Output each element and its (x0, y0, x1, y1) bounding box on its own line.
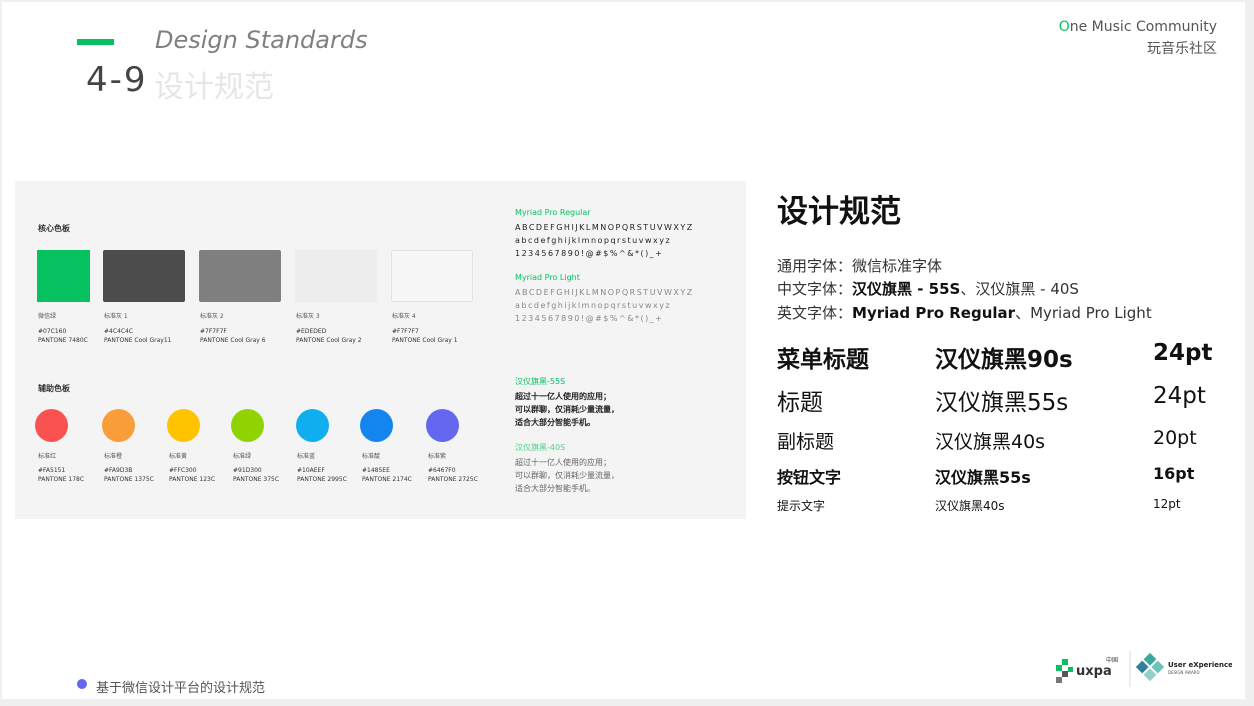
accent-bar (77, 39, 114, 45)
font-regular-digits: 1234567890!@#$%^&*()_+ (515, 249, 664, 258)
aux-name-4: 标准蓝 (297, 453, 316, 460)
aux-circle-4 (296, 409, 329, 442)
core-palette-title: 核心色板 (38, 224, 70, 233)
brand-en: One Music Community (1058, 19, 1217, 35)
slide: Design Standards 4-9 设计规范 One Music Comm… (2, 2, 1245, 699)
font-regular-name: Myriad Pro Regular (515, 208, 591, 217)
aux-circle-5 (360, 409, 393, 442)
award-logos: uxpa 中国 User eXperience DESIGN AWARD (1052, 645, 1233, 689)
hy-bold-name: 汉仪旗黑-55S (515, 377, 566, 386)
core-swatch-3 (295, 250, 377, 302)
aux-code-0: #FA5151 PANTONE 178C (38, 467, 85, 483)
core-name-3: 标准灰 3 (296, 313, 320, 320)
svg-text:中国: 中国 (1106, 656, 1118, 664)
font-regular-upper: ABCDEFGHIJKLMNOPQRSTUVWXYZ (515, 223, 694, 232)
section-number: 4-9 (86, 60, 148, 100)
title-en: Design Standards (155, 26, 368, 54)
hy-light-name: 汉仪旗黑-40S (515, 443, 566, 452)
aux-code-4: #10AEEF PANTONE 2995C (297, 467, 347, 483)
aux-circle-3 (231, 409, 264, 442)
hy-bold-block: 汉仪旗黑-55S 超过十一亿人使用的应用； 可以群聊，仅消耗少量流量， 适合大部… (515, 376, 619, 429)
aux-name-6: 标准紫 (428, 453, 447, 460)
aux-code-6: #6467F0 PANTONE 2725C (428, 467, 478, 483)
hy-light-line-0: 超过十一亿人使用的应用； (515, 458, 611, 467)
core-name-1: 标准灰 1 (104, 313, 128, 320)
uxpa-logo: uxpa 中国 User eXperience DESIGN AWARD (1056, 651, 1233, 687)
hy-bold-line-2: 适合大部分智能手机。 (515, 418, 595, 427)
brand-cn: 玩音乐社区 (1147, 41, 1217, 57)
brand: One Music Community 玩音乐社区 (1059, 19, 1217, 58)
spec-general: 通用字体：微信标准字体 (777, 257, 943, 275)
font-light-digits: 1234567890!@#$%^&*()_+ (515, 314, 664, 323)
typo-row-title: 标题 汉仪旗黑55s 24pt (777, 383, 1206, 416)
font-light-upper: ABCDEFGHIJKLMNOPQRSTUVWXYZ (515, 288, 694, 297)
aux-name-2: 标准黄 (169, 453, 188, 460)
aux-code-1: #FA9D3B PANTONE 1375C (104, 467, 154, 483)
hy-light-line-2: 适合大部分智能手机。 (515, 484, 595, 493)
font-regular-block: Myriad Pro Regular ABCDEFGHIJKLMNOPQRSTU… (515, 208, 694, 260)
hy-light-line-1: 可以群聊，仅消耗少量流量， (515, 471, 619, 480)
footer-text: 基于微信设计平台的设计规范 (96, 681, 266, 696)
aux-circle-0 (35, 409, 68, 442)
svg-text:User eXperience: User eXperience (1168, 661, 1232, 669)
core-code-4: #F7F7F7 PANTONE Cool Gray 1 (392, 328, 458, 344)
hy-bold-line-1: 可以群聊，仅消耗少量流量， (515, 405, 619, 414)
svg-text:DESIGN AWARD: DESIGN AWARD (1168, 670, 1200, 675)
spec-title: 设计规范 (777, 194, 901, 230)
spec-panel: 核心色板 微信绿 标准灰 1 标准灰 2 标准灰 3 标准灰 4 #07C160… (15, 181, 746, 519)
aux-circle-2 (167, 409, 200, 442)
font-light-name: Myriad Pro Light (515, 273, 580, 282)
title-cn: 设计规范 (154, 70, 274, 105)
core-name-4: 标准灰 4 (392, 313, 416, 320)
core-swatch-1 (103, 250, 185, 302)
core-code-2: #7F7F7F PANTONE Cool Gray 6 (200, 328, 266, 344)
typo-row-subtitle: 副标题 汉仪旗黑40s 20pt (777, 427, 1197, 453)
aux-code-3: #91D300 PANTONE 375C (233, 467, 280, 483)
core-swatch-2 (199, 250, 281, 302)
aux-code-5: #1485EE PANTONE 2174C (362, 467, 412, 483)
spec-en-font: 英文字体：Myriad Pro Regular、Myriad Pro Light (777, 304, 1152, 322)
typo-row-menu-title: 菜单标题 汉仪旗黑90s 24pt (777, 340, 1213, 373)
core-code-0: #07C160 PANTONE 7480C (38, 328, 88, 344)
aux-name-3: 标准绿 (233, 453, 252, 460)
core-name-2: 标准灰 2 (200, 313, 224, 320)
aux-name-5: 标准靛 (362, 453, 381, 460)
core-swatch-0 (37, 250, 90, 302)
aux-circle-6 (426, 409, 459, 442)
typo-row-hint-text: 提示文字 汉仪旗黑40s 12pt (777, 497, 1181, 513)
font-regular-lower: abcdefghijklmnopqrstuvwxyz (515, 236, 672, 245)
aux-code-2: #FFC300 PANTONE 123C (169, 467, 216, 483)
aux-name-1: 标准橙 (104, 453, 123, 460)
core-code-1: #4C4C4C PANTONE Cool Gray11 (104, 328, 172, 344)
svg-text:uxpa: uxpa (1076, 664, 1112, 679)
core-swatch-4 (391, 250, 473, 302)
bullet-dot (77, 679, 87, 689)
spec-cn-font: 中文字体：汉仪旗黑 - 55S、汉仪旗黑 - 40S (777, 280, 1079, 298)
aux-palette-title: 辅助色板 (38, 384, 70, 393)
core-name-0: 微信绿 (38, 313, 57, 320)
font-light-lower: abcdefghijklmnopqrstuvwxyz (515, 301, 672, 310)
hy-bold-line-0: 超过十一亿人使用的应用； (515, 392, 611, 401)
font-light-block: Myriad Pro Light ABCDEFGHIJKLMNOPQRSTUVW… (515, 273, 694, 325)
hy-light-block: 汉仪旗黑-40S 超过十一亿人使用的应用； 可以群聊，仅消耗少量流量， 适合大部… (515, 442, 619, 495)
aux-circle-1 (102, 409, 135, 442)
aux-name-0: 标准红 (38, 453, 57, 460)
core-code-3: #EDEDED PANTONE Cool Gray 2 (296, 328, 362, 344)
